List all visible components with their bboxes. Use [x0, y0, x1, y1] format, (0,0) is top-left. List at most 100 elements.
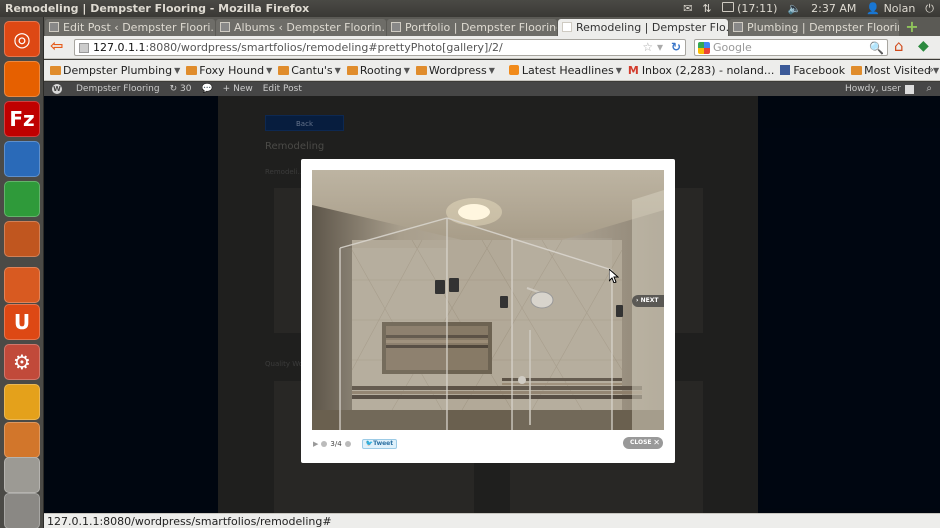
bookmark-foxy-hound[interactable]: Foxy Hound ▼: [186, 64, 272, 77]
volume-icon[interactable]: 🔈: [787, 2, 801, 15]
trash-icon[interactable]: [4, 493, 40, 528]
folder-icon: [415, 65, 427, 75]
google-engine-icon[interactable]: [698, 41, 710, 54]
home-icon[interactable]: ⌂: [894, 39, 912, 56]
wp-new-label: New: [233, 84, 253, 94]
chevron-down-icon: ▼: [403, 65, 410, 75]
system-settings-icon[interactable]: ⚙: [4, 344, 40, 380]
search-icon[interactable]: 🔍: [869, 41, 884, 55]
wordpress-logo-icon[interactable]: W: [52, 84, 62, 94]
address-text[interactable]: 127.0.1.1:8080/wordpress/smartfolios/rem…: [93, 41, 503, 54]
power-icon[interactable]: ⏻: [925, 2, 934, 16]
close-button[interactable]: CLOSE ✕: [623, 437, 663, 449]
bookmark-label: Inbox (2,283) - noland...: [641, 63, 775, 77]
folder-icon: [278, 65, 290, 75]
window-title: Remodeling | Dempster Flooring - Mozilla…: [5, 2, 310, 15]
tweet-button[interactable]: 🐦Tweet: [361, 439, 398, 449]
wp-updates[interactable]: ↻ 30: [170, 84, 192, 94]
navigation-bar: ⇦ 127.0.1.1:8080/wordpress/smartfolios/r…: [44, 36, 940, 59]
rss-icon: [508, 65, 519, 75]
bookmark-label: Facebook: [793, 63, 846, 77]
back-arrow-icon[interactable]: ⇦: [50, 38, 70, 56]
play-icon[interactable]: ▶: [313, 440, 318, 448]
ubuntu-dash-icon[interactable]: ◎: [4, 21, 40, 57]
next-small-icon[interactable]: [344, 441, 351, 447]
bookmark-facebook[interactable]: Facebook: [780, 64, 845, 77]
network-icon[interactable]: ⇅: [702, 2, 711, 15]
bookmark-most-visited[interactable]: Most Visited ▼: [851, 64, 939, 77]
reload-icon[interactable]: ↻: [671, 40, 681, 54]
user-name: Nolan: [883, 2, 916, 15]
software-center-icon[interactable]: [4, 267, 40, 303]
tab-edit-post[interactable]: Edit Post ‹ Dempster Floori...✕: [45, 19, 215, 36]
next-label: NEXT: [640, 297, 659, 304]
launcher: ◎ Fz U ⚙: [0, 17, 44, 528]
bookmark-label: Dempster Plumbing: [63, 63, 173, 77]
updates-count: 30: [180, 84, 192, 94]
filezilla-icon[interactable]: Fz: [4, 101, 40, 137]
bookmark-cantus[interactable]: Cantu's ▼: [278, 64, 341, 77]
image-counter: 3/4: [330, 440, 342, 448]
ubuntu-one-icon[interactable]: U: [4, 304, 40, 340]
lightbox-overlay[interactable]: › NEXT ▶ 3/4 🐦Tweet CLOSE ✕: [44, 96, 940, 513]
address-bar[interactable]: 127.0.1.1:8080/wordpress/smartfolios/rem…: [74, 39, 686, 56]
status-url: 127.0.1.1:8080/wordpress/smartfolios/rem…: [47, 514, 332, 528]
addon-icon[interactable]: ◆: [918, 39, 936, 56]
bookmark-inbox[interactable]: M Inbox (2,283) - noland...: [628, 64, 775, 77]
new-tab-icon[interactable]: +: [903, 19, 921, 36]
workspaces-icon[interactable]: [4, 457, 40, 493]
bookmark-star-icon[interactable]: ☆ ▾: [642, 40, 663, 54]
wp-site-name[interactable]: Dempster Flooring: [76, 84, 160, 94]
battery-time: (17:11): [737, 2, 778, 15]
search-bar[interactable]: Google 🔍: [694, 39, 888, 56]
comments-icon[interactable]: 💬: [201, 84, 212, 94]
wp-account-menu[interactable]: Howdy, user: [845, 82, 914, 96]
favicon-icon: [733, 22, 743, 32]
battery-indicator[interactable]: (17:11): [721, 2, 778, 15]
chevron-down-icon: ▼: [174, 65, 181, 75]
address-host: 127.0.1.1: [93, 41, 146, 54]
calc-icon[interactable]: [4, 181, 40, 217]
mail-icon[interactable]: ✉: [683, 2, 692, 15]
previous-icon[interactable]: [321, 441, 328, 447]
tab-label: Albums ‹ Dempster Floorin...: [234, 21, 386, 34]
bookmarks-overflow-icon[interactable]: »: [927, 63, 934, 76]
site-identity-icon[interactable]: [79, 42, 89, 53]
tab-portfolio[interactable]: Portfolio | Dempster Flooring✕: [387, 19, 557, 36]
tab-label: Remodeling | Dempster Flo...: [576, 21, 728, 34]
impress-icon[interactable]: [4, 221, 40, 257]
plus-icon: +: [222, 84, 231, 94]
shower-photo: [312, 170, 664, 430]
chevron-down-icon: ▼: [615, 65, 622, 75]
wp-edit-post[interactable]: Edit Post: [263, 84, 302, 94]
bookmarks-toolbar: Dempster Plumbing ▼ Foxy Hound ▼ Cantu's ▼ …: [44, 60, 940, 81]
tab-plumbing[interactable]: Plumbing | Dempster Flooring✕: [729, 19, 899, 36]
system-tray: ✉ ⇅ (17:11) 🔈 2:37 AM 👤 Nolan ⏻: [683, 0, 934, 17]
favicon-icon: [562, 22, 572, 32]
favicon-icon: [391, 22, 401, 32]
tab-remodeling[interactable]: Remodeling | Dempster Flo...✖: [558, 19, 728, 36]
folder-icon: [346, 65, 358, 75]
wp-admin-bar: W Dempster Flooring ↻ 30 💬 + New Edit Po…: [44, 82, 940, 96]
bookmark-latest-headlines[interactable]: Latest Headlines ▼: [508, 64, 622, 77]
next-button[interactable]: › NEXT: [632, 295, 664, 307]
favicon-icon: [220, 22, 230, 32]
picasa-icon[interactable]: [4, 384, 40, 420]
close-label: CLOSE: [630, 439, 652, 446]
lightbox: › NEXT ▶ 3/4 🐦Tweet CLOSE ✕: [301, 159, 675, 463]
bookmark-wordpress[interactable]: Wordpress ▼: [415, 64, 495, 77]
clock[interactable]: 2:37 AM: [811, 2, 856, 15]
writer-icon[interactable]: [4, 141, 40, 177]
gmail-icon: M: [627, 63, 639, 77]
chevron-right-icon: ›: [636, 297, 639, 304]
search-input[interactable]: Google: [713, 41, 752, 54]
wp-new[interactable]: + New: [223, 84, 253, 94]
tab-albums[interactable]: Albums ‹ Dempster Floorin...✕: [216, 19, 386, 36]
firefox-icon[interactable]: [4, 61, 40, 97]
top-panel: Remodeling | Dempster Flooring - Mozilla…: [0, 0, 940, 17]
bookmark-rooting[interactable]: Rooting ▼: [346, 64, 410, 77]
bookmark-dempster-plumbing[interactable]: Dempster Plumbing ▼: [50, 64, 180, 77]
files-icon[interactable]: [4, 422, 40, 458]
search-icon[interactable]: ⌕: [926, 83, 932, 94]
user-menu[interactable]: 👤 Nolan: [866, 2, 915, 15]
